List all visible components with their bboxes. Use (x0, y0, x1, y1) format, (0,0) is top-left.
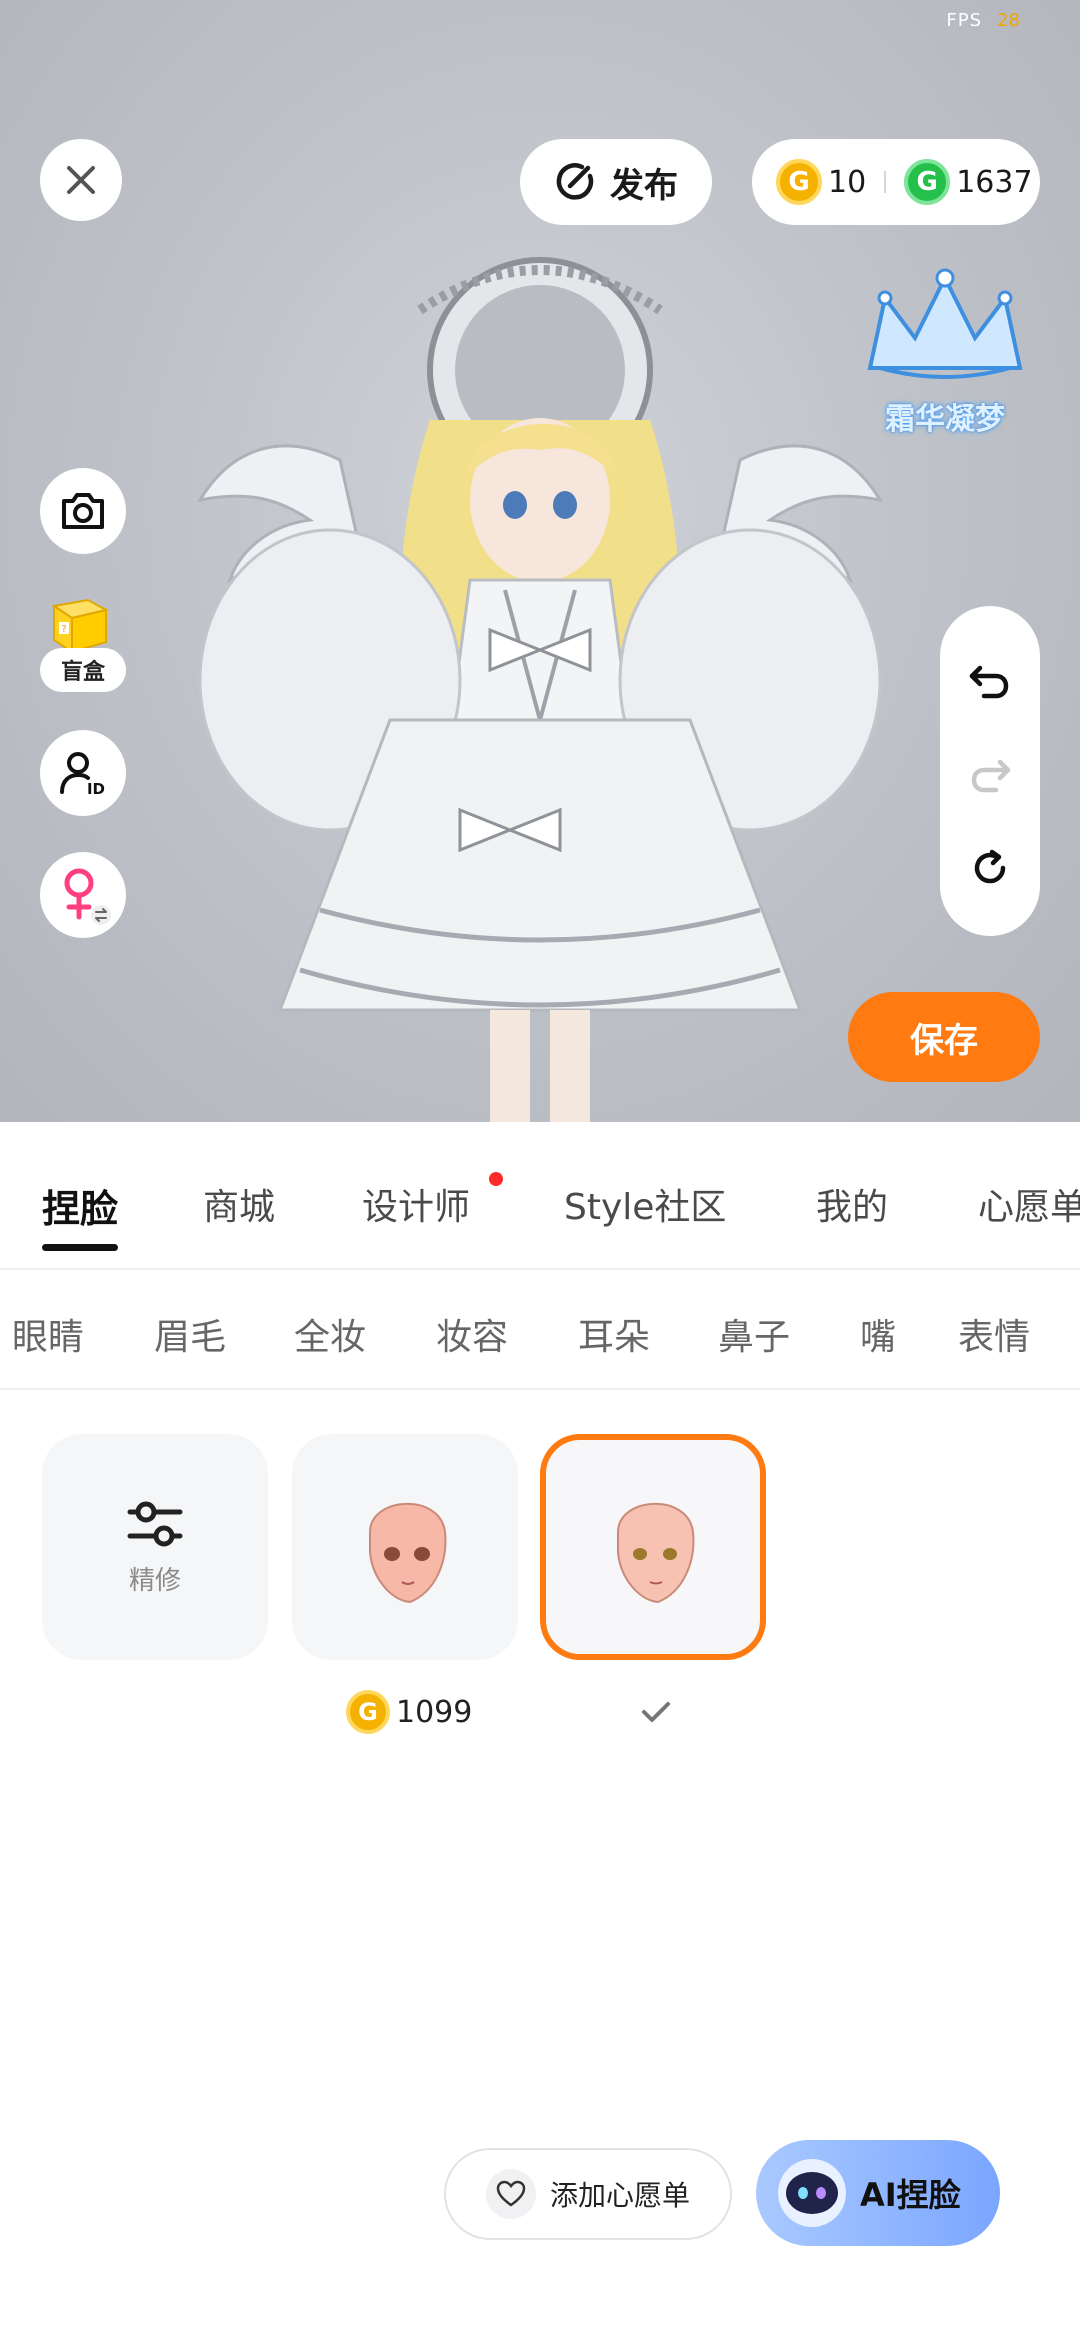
tab-designer[interactable]: 设计师 (362, 1178, 470, 1230)
subtab-eyes[interactable]: 眼睛 (12, 1308, 84, 1360)
gold-coin-icon: G (346, 1690, 390, 1734)
publish-label: 发布 (610, 165, 678, 206)
female-gender-icon (64, 868, 111, 925)
camera-icon (62, 493, 104, 529)
svg-text:?: ? (61, 624, 66, 635)
history-controls (940, 606, 1040, 936)
brand-logo-text: 霜华凝梦 (885, 402, 1005, 437)
ai-face-label: AI捏脸 (860, 2176, 961, 2214)
heart-icon (496, 2180, 526, 2207)
reset-button[interactable] (940, 818, 1040, 918)
crown-icon (867, 268, 1023, 379)
designer-badge (489, 1172, 503, 1186)
selected-check-icon (642, 1702, 670, 1722)
sliders-icon (127, 1501, 183, 1546)
avatar-scene[interactable]: FPS 28 发布 G 10 G 1637 霜华凝梦 ? 盲盒 ID 保存 (0, 0, 1080, 1122)
tab-shop[interactable]: 商城 (203, 1178, 275, 1230)
subtab-expression[interactable]: 表情 (958, 1308, 1030, 1360)
ai-robot-icon (778, 2159, 846, 2227)
face-item-1-price-value: 1099 (396, 1694, 473, 1730)
refine-tile[interactable]: 精修 (42, 1434, 268, 1660)
user-id-icon: ID (60, 752, 105, 798)
redo-button[interactable] (940, 724, 1040, 824)
brand-logo: 霜华凝梦 (850, 258, 1040, 438)
tab-wishlist[interactable]: 心愿单 (978, 1178, 1080, 1230)
fps-value: 28 (997, 10, 1020, 31)
main-tab-bar: 捏脸 商城 设计师 Style社区 我的 心愿单 (0, 1122, 1080, 1270)
subtab-mouth[interactable]: 嘴 (860, 1308, 896, 1360)
gender-switch-button[interactable] (40, 852, 126, 938)
face-preview-1 (369, 1502, 447, 1604)
face-item-1-price: G 1099 (346, 1690, 472, 1734)
subtab-nose[interactable]: 鼻子 (718, 1308, 790, 1360)
avatar-id-button[interactable]: ID (40, 730, 126, 816)
subtab-makeup[interactable]: 妆容 (436, 1308, 508, 1360)
publish-button[interactable]: 发布 (520, 139, 712, 225)
face-item-1[interactable] (292, 1434, 518, 1660)
ai-face-button[interactable]: AI捏脸 (756, 2140, 1000, 2246)
blindbox-pill: 盲盒 (40, 648, 126, 692)
camera-button[interactable] (40, 468, 126, 554)
reset-icon (974, 849, 1006, 884)
subtab-full-makeup[interactable]: 全妆 (294, 1308, 366, 1360)
tab-face[interactable]: 捏脸 (42, 1178, 118, 1233)
green-coin-icon: G (904, 159, 951, 205)
wishlist-label: 添加心愿单 (549, 2179, 690, 2212)
tab-style-community[interactable]: Style社区 (564, 1178, 726, 1230)
currency-divider (884, 171, 887, 193)
green-balance: 1637 (956, 164, 1033, 200)
refine-label: 精修 (128, 1565, 181, 1596)
sub-tab-bar: 眼睛 眉毛 全妆 妆容 耳朵 鼻子 嘴 表情 (0, 1272, 1080, 1390)
svg-text:ID: ID (87, 780, 105, 798)
blindbox-label: 盲盒 (60, 660, 105, 685)
active-tab-indicator (42, 1244, 118, 1251)
close-icon (67, 166, 95, 194)
redo-icon (971, 759, 1011, 793)
blindbox-button[interactable]: ? 盲盒 (40, 596, 126, 696)
subtab-ears[interactable]: 耳朵 (578, 1308, 650, 1360)
gold-coin-icon: G (776, 159, 822, 205)
heart-icon-wrap (485, 2169, 536, 2219)
undo-icon (969, 665, 1009, 699)
avatar-character[interactable] (160, 250, 920, 1122)
app-root: FPS 28 发布 G 10 G 1637 霜华凝梦 ? 盲盒 ID 保存 捏脸… (0, 0, 1080, 2340)
gold-balance: 10 (828, 164, 867, 200)
close-button[interactable] (40, 139, 122, 221)
face-preview-2 (617, 1502, 695, 1604)
undo-button[interactable] (940, 630, 1040, 730)
blindbox-icon: ? (51, 598, 109, 654)
face-item-2[interactable] (540, 1434, 766, 1660)
currency-balance[interactable]: G 10 G 1637 (752, 139, 1040, 225)
subtab-eyebrows[interactable]: 眉毛 (154, 1308, 226, 1360)
publish-icon (556, 163, 594, 200)
save-button[interactable]: 保存 (848, 992, 1040, 1082)
tab-mine[interactable]: 我的 (816, 1178, 888, 1230)
fps-label: FPS (946, 10, 982, 31)
add-wishlist-button[interactable]: 添加心愿单 (444, 2148, 732, 2240)
